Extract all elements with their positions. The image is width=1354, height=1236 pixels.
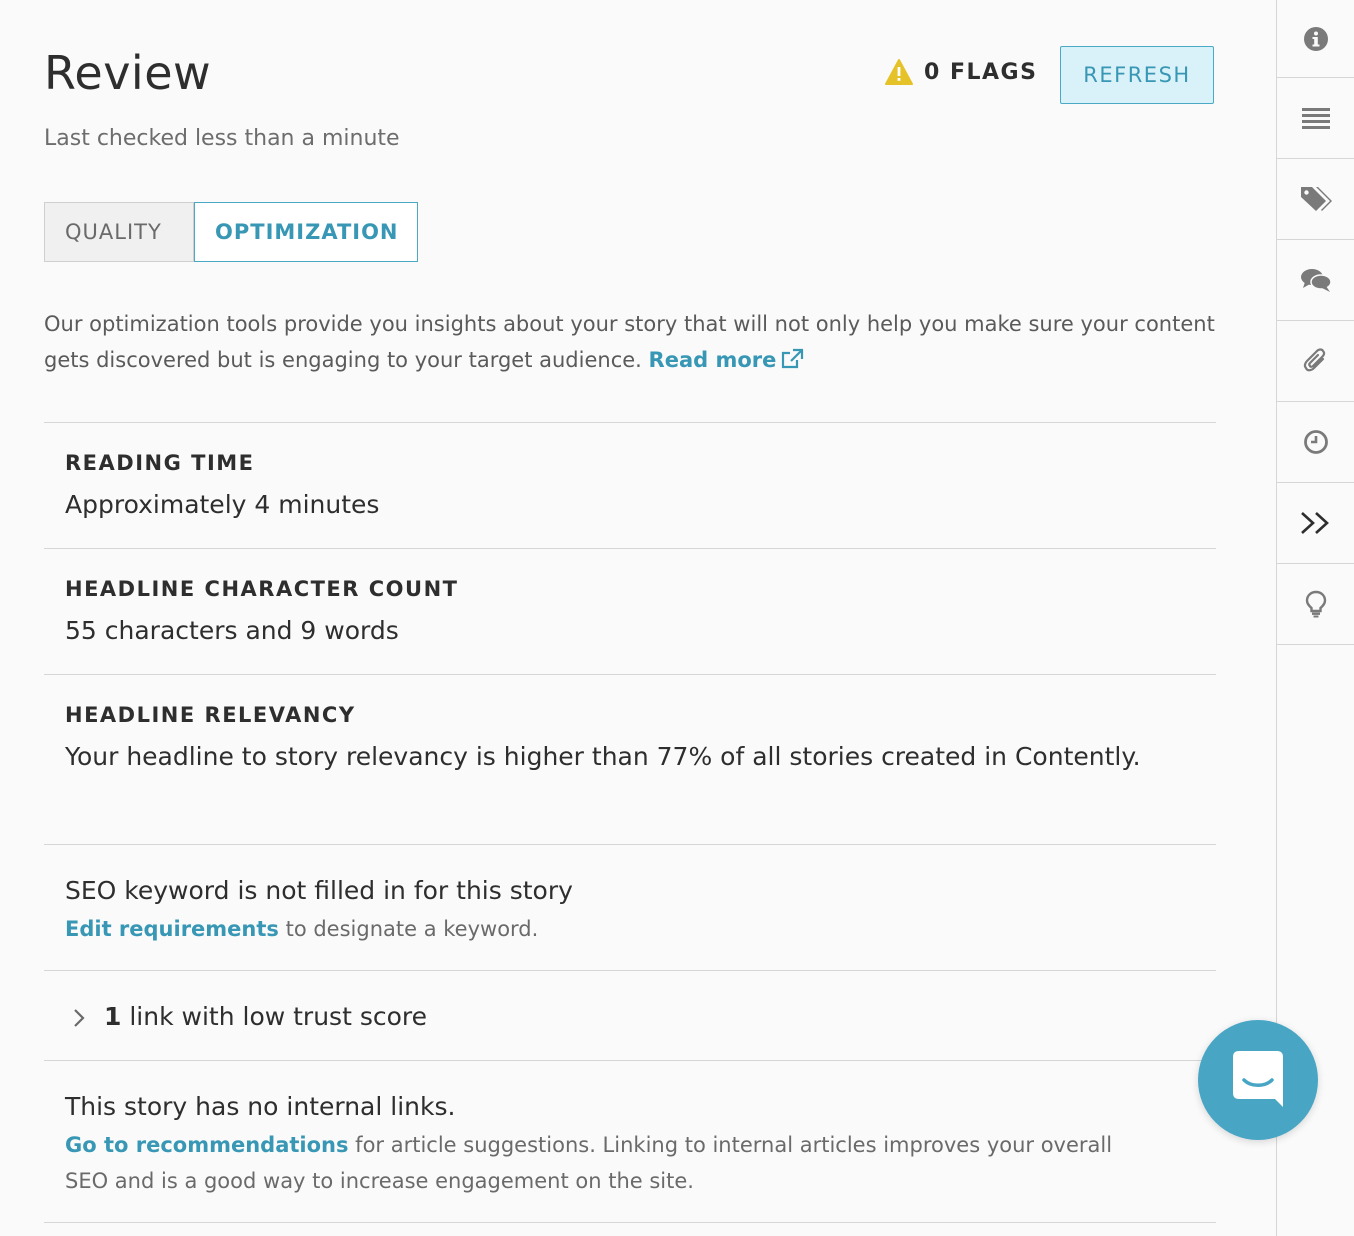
reading-time-label: READING TIME	[65, 451, 255, 475]
flags-count: 0 FLAGS	[924, 59, 1038, 85]
chat-button[interactable]	[1198, 1020, 1318, 1140]
review-panel: Review Last checked less than a minute 0…	[44, 0, 1216, 1236]
refresh-button[interactable]: REFRESH	[1060, 46, 1214, 104]
sidebar-item-attachments[interactable]	[1277, 321, 1354, 402]
read-more-label: Read more	[648, 348, 777, 372]
headline-count-label: HEADLINE CHARACTER COUNT	[65, 577, 459, 601]
tab-optimization[interactable]: OPTIMIZATION	[194, 202, 418, 262]
headline-relevancy-value: Your headline to story relevancy is high…	[65, 742, 1141, 771]
headline-relevancy-label: HEADLINE RELEVANCY	[65, 703, 356, 727]
flags-indicator: 0 FLAGS	[884, 58, 1037, 86]
divider	[44, 1222, 1216, 1223]
seo-keyword-hint: Edit requirements to designate a keyword…	[65, 911, 1165, 947]
seo-keyword-section: SEO keyword is not filled in for this st…	[44, 844, 1216, 970]
external-link-icon	[782, 348, 804, 369]
warning-icon	[885, 59, 913, 85]
reading-time-value: Approximately 4 minutes	[65, 490, 380, 519]
intro-text: Our optimization tools provide you insig…	[44, 312, 1215, 372]
lightbulb-icon[interactable]	[1305, 590, 1327, 618]
seo-keyword-title: SEO keyword is not filled in for this st…	[65, 876, 573, 905]
low-trust-links-text: 1 link with low trust score	[104, 995, 1204, 1039]
comments-icon[interactable]	[1300, 267, 1332, 293]
headline-count-section: HEADLINE CHARACTER COUNT 55 characters a…	[44, 548, 1216, 674]
internal-links-section: This story has no internal links. Go to …	[44, 1060, 1216, 1222]
last-checked: Last checked less than a minute	[44, 126, 400, 151]
seo-keyword-hint-text: to designate a keyword.	[278, 917, 539, 941]
low-trust-links-count: 1	[104, 1002, 122, 1031]
sidebar-item-info[interactable]	[1277, 0, 1354, 78]
internal-links-title: This story has no internal links.	[65, 1092, 456, 1121]
headline-relevancy-section: HEADLINE RELEVANCY Your headline to stor…	[44, 674, 1216, 844]
sidebar-item-ideas[interactable]	[1277, 564, 1354, 645]
optimization-intro: Our optimization tools provide you insig…	[44, 306, 1216, 378]
reading-time-section: READING TIME Approximately 4 minutes	[44, 422, 1216, 548]
page-title: Review	[44, 46, 212, 100]
sidebar-item-collapse[interactable]	[1277, 483, 1354, 564]
go-to-recommendations-link[interactable]: Go to recommendations	[65, 1133, 349, 1157]
sidebar-item-outline[interactable]	[1277, 78, 1354, 159]
collapse-icon[interactable]	[1299, 510, 1333, 536]
internal-links-hint: Go to recommendations for article sugges…	[65, 1127, 1145, 1199]
sidebar-item-history[interactable]	[1277, 402, 1354, 483]
read-more-link[interactable]: Read more	[649, 348, 805, 372]
headline-count-value: 55 characters and 9 words	[65, 616, 399, 645]
list-icon[interactable]	[1302, 107, 1330, 129]
review-tabs: QUALITY OPTIMIZATION	[44, 202, 418, 262]
low-trust-links-section[interactable]: 1 link with low trust score	[44, 970, 1216, 1060]
clock-icon[interactable]	[1303, 429, 1329, 455]
chat-icon[interactable]	[1231, 1049, 1285, 1111]
sidebar-item-tags[interactable]	[1277, 159, 1354, 240]
sidebar-item-comments[interactable]	[1277, 240, 1354, 321]
edit-requirements-link[interactable]: Edit requirements	[65, 917, 279, 941]
info-icon[interactable]	[1303, 26, 1329, 52]
tags-icon[interactable]	[1299, 185, 1333, 213]
chevron-right-icon[interactable]	[72, 1007, 86, 1029]
low-trust-links-label: link with low trust score	[121, 1002, 428, 1031]
tab-quality[interactable]: QUALITY	[44, 202, 194, 262]
paperclip-icon[interactable]	[1303, 347, 1329, 375]
